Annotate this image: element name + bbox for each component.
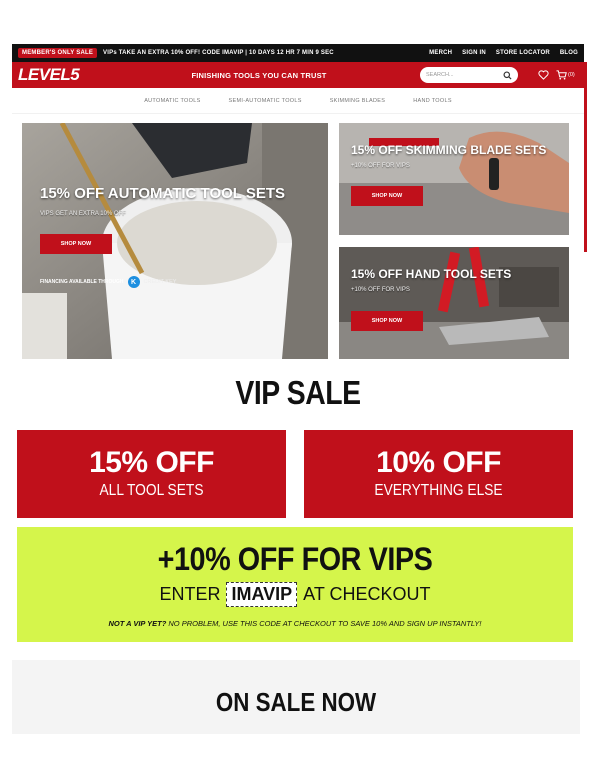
hero-skimming-blades-banner[interactable]: 15% OFF SKIMMING BLADE SETS +10% OFF FOR…	[339, 123, 569, 235]
site-logo[interactable]: LEVEL5	[18, 65, 98, 85]
hero-side2-title: 15% OFF HAND TOOL SETS	[351, 267, 512, 281]
search-icon[interactable]	[503, 70, 512, 80]
wishlist-heart-icon[interactable]	[538, 69, 550, 81]
financing-note: FINANCING AVAILABLE THROUGH K CREDIT KEY	[40, 276, 176, 288]
page: MEMBER'S ONLY SALE VIPs TAKE AN EXTRA 10…	[12, 44, 584, 734]
financing-text: FINANCING AVAILABLE THROUGH	[40, 279, 124, 285]
everything-else-discount-box[interactable]: 10% OFF EVERYTHING ELSE	[304, 430, 573, 518]
nav-semi-automatic-tools[interactable]: SEMI-AUTOMATIC TOOLS	[229, 98, 302, 104]
top-link-blog[interactable]: BLOG	[560, 50, 578, 56]
hero-main-subtitle: VIPS GET AN EXTRA 10% OFF	[40, 211, 126, 217]
top-link-merch[interactable]: MERCH	[429, 50, 452, 56]
nav-automatic-tools[interactable]: AUTOMATIC TOOLS	[144, 98, 200, 104]
hero-side1-title: 15% OFF SKIMMING BLADE SETS	[351, 143, 547, 157]
hero-main-shop-button[interactable]: SHOP NOW	[40, 234, 112, 254]
hero-side1-subtitle: +10% OFF FOR VIPS	[351, 163, 410, 169]
tool-sets-label: ALL TOOL SETS	[99, 482, 204, 499]
tool-sets-discount-box[interactable]: 15% OFF ALL TOOL SETS	[17, 430, 286, 518]
hero-side2-subtitle: +10% OFF FOR VIPS	[351, 287, 410, 293]
cart-button[interactable]: (0)	[556, 69, 578, 81]
cart-icon	[556, 70, 567, 80]
vip-extra-discount: +10% OFF FOR VIPS	[157, 541, 433, 577]
vip-fine-print: NOT A VIP YET? NO PROBLEM, USE THIS CODE…	[17, 619, 573, 628]
fine-print-bold: NOT A VIP YET?	[108, 619, 167, 628]
tool-sets-discount: 15% OFF	[89, 446, 214, 479]
fine-print-rest: NO PROBLEM, USE THIS CODE AT CHECKOUT TO…	[166, 619, 482, 628]
nav-hand-tools[interactable]: HAND TOOLS	[413, 98, 452, 104]
search-placeholder: SEARCH...	[426, 72, 454, 78]
hero-hand-tools-banner[interactable]: 15% OFF HAND TOOL SETS +10% OFF FOR VIPS…	[339, 247, 569, 359]
on-sale-section: ON SALE NOW	[12, 660, 580, 734]
header-overflow-strip	[584, 62, 587, 252]
on-sale-heading: ON SALE NOW	[215, 687, 377, 717]
at-checkout-label: AT CHECKOUT	[303, 584, 431, 604]
vip-code-instruction: ENTER IMAVIP AT CHECKOUT	[17, 582, 573, 607]
hero-hand-tools-image	[339, 247, 569, 359]
credit-key-logo-icon: K	[127, 276, 140, 288]
site-header: LEVEL5 FINISHING TOOLS YOU CAN TRUST SEA…	[12, 62, 584, 88]
cart-count: (0)	[568, 72, 575, 78]
vip-sale-heading: VIP SALE	[235, 374, 361, 411]
promo-code[interactable]: IMAVIP	[226, 582, 298, 607]
promo-countdown-text: VIPs TAKE AN EXTRA 10% OFF! CODE IMAVIP …	[103, 50, 334, 56]
top-links: MERCH SIGN IN STORE LOCATOR BLOG	[429, 50, 578, 56]
promo-bar: MEMBER'S ONLY SALE VIPs TAKE AN EXTRA 10…	[12, 44, 584, 62]
hero-automatic-tools-banner[interactable]: 15% OFF AUTOMATIC TOOL SETS VIPS GET AN …	[22, 123, 328, 359]
enter-label: ENTER	[159, 584, 221, 604]
financing-partner: CREDIT KEY	[143, 279, 177, 285]
hero-blade-image	[339, 123, 569, 235]
hero-main-title: 15% OFF AUTOMATIC TOOL SETS	[40, 185, 286, 202]
main-nav: AUTOMATIC TOOLS SEMI-AUTOMATIC TOOLS SKI…	[12, 88, 584, 114]
everything-else-discount: 10% OFF	[376, 446, 501, 479]
top-link-sign-in[interactable]: SIGN IN	[462, 50, 486, 56]
hero-side1-shop-button[interactable]: SHOP NOW	[351, 186, 423, 206]
top-link-store-locator[interactable]: STORE LOCATOR	[496, 50, 550, 56]
members-badge: MEMBER'S ONLY SALE	[18, 48, 98, 58]
hero-side2-shop-button[interactable]: SHOP NOW	[351, 311, 423, 331]
search-input[interactable]: SEARCH...	[420, 67, 518, 83]
nav-skimming-blades[interactable]: SKIMMING BLADES	[330, 98, 386, 104]
everything-else-label: EVERYTHING ELSE	[374, 482, 503, 499]
vip-code-box: +10% OFF FOR VIPS ENTER IMAVIP AT CHECKO…	[17, 527, 573, 642]
header-tagline: FINISHING TOOLS YOU CAN TRUST	[191, 70, 327, 80]
